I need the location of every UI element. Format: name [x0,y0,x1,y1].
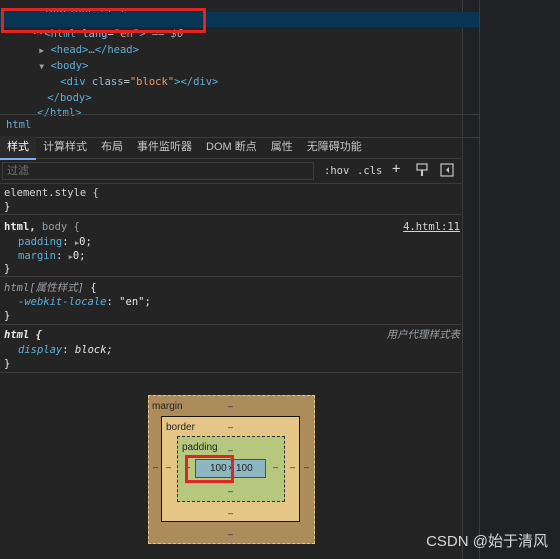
rule-selector: html { [4,329,42,341]
paint-icon[interactable] [416,163,428,179]
div-node[interactable]: <div class="block"></div> [35,60,218,88]
tab-accessibility[interactable]: 无障碍功能 [300,136,369,158]
padding-top-value[interactable]: – [228,445,233,455]
source-link[interactable]: 4.html:11 [403,220,460,234]
tab-properties[interactable]: 属性 [264,136,300,158]
user-agent-source: 用户代理样式表 [386,329,461,341]
highlight-content-width [185,455,234,483]
body-node[interactable]: ▼ <body> [14,44,88,72]
new-rule-button[interactable]: + [392,161,400,177]
margin-right-value[interactable]: – [304,462,309,472]
side-panel [479,0,560,559]
border-right-value[interactable]: – [290,462,295,472]
prop-display: display: block; [18,344,113,356]
margin-left-value[interactable]: – [153,462,158,472]
rule-close: } [4,310,11,322]
toggle-sidebar-icon[interactable] [440,163,454,179]
margin-top-value[interactable]: – [228,401,233,411]
tab-layout[interactable]: 布局 [94,136,130,158]
body-close-node[interactable]: </body> [22,76,91,104]
tab-computed[interactable]: 计算样式 [36,136,94,158]
tab-styles[interactable]: 样式 [0,136,36,160]
padding-right-value[interactable]: – [273,462,278,472]
rule-html-body: html, body { 4.html:11 padding: ▶0; marg… [0,216,462,277]
rule-element-style: element.style { } [0,184,462,215]
cls-toggle[interactable]: .cls [357,163,382,179]
rule-close: } [4,201,11,213]
filter-input[interactable] [2,162,314,180]
border-label: border [166,422,195,433]
rule-selector[interactable]: html, body { [4,220,80,234]
div-attr-value: "block" [129,76,175,88]
prop-padding[interactable]: padding: ▶0; [18,235,92,249]
doctype-node[interactable]: <!DOCTYPE html> [12,0,132,21]
rule-close: } [4,358,11,370]
watermark: CSDN @始于清风 [426,533,548,550]
breadcrumb: html [0,114,479,138]
highlight-selected-node [1,8,206,33]
prop-webkit-locale: -webkit-locale: "en"; [18,296,151,308]
html-close-node[interactable]: </html> [12,91,81,119]
tab-event-listeners[interactable]: 事件监听器 [130,136,199,158]
rule-html-user-agent: html { 用户代理样式表 display: block; } [0,326,462,373]
margin-bottom-value[interactable]: – [228,529,233,539]
margin-label: margin [152,401,183,412]
border-left-value[interactable]: – [166,462,171,472]
rule-selector[interactable]: element.style { [4,186,99,200]
div-attr-name: class [91,76,124,88]
rule-html-attr-style: html[属性样式] { -webkit-locale: "en"; } [0,278,462,325]
padding-label: padding [182,442,218,453]
rule-close: } [4,263,11,275]
content-height[interactable]: 100 [236,463,253,474]
breadcrumb-html[interactable]: html [6,119,31,131]
filter-bar: :hov .cls + [0,159,462,184]
border-top-value[interactable]: – [228,422,233,432]
padding-bottom-value[interactable]: – [228,486,233,496]
rule-selector: html[属性样式] { [4,282,97,294]
border-bottom-value[interactable]: – [228,508,233,518]
styles-tabs: 样式 计算样式 布局 事件监听器 DOM 断点 属性 无障碍功能 [0,136,462,160]
tab-dom-breakpoints[interactable]: DOM 断点 [199,136,264,158]
prop-margin[interactable]: margin: ▶0; [18,249,85,263]
hov-toggle[interactable]: :hov [324,163,349,179]
